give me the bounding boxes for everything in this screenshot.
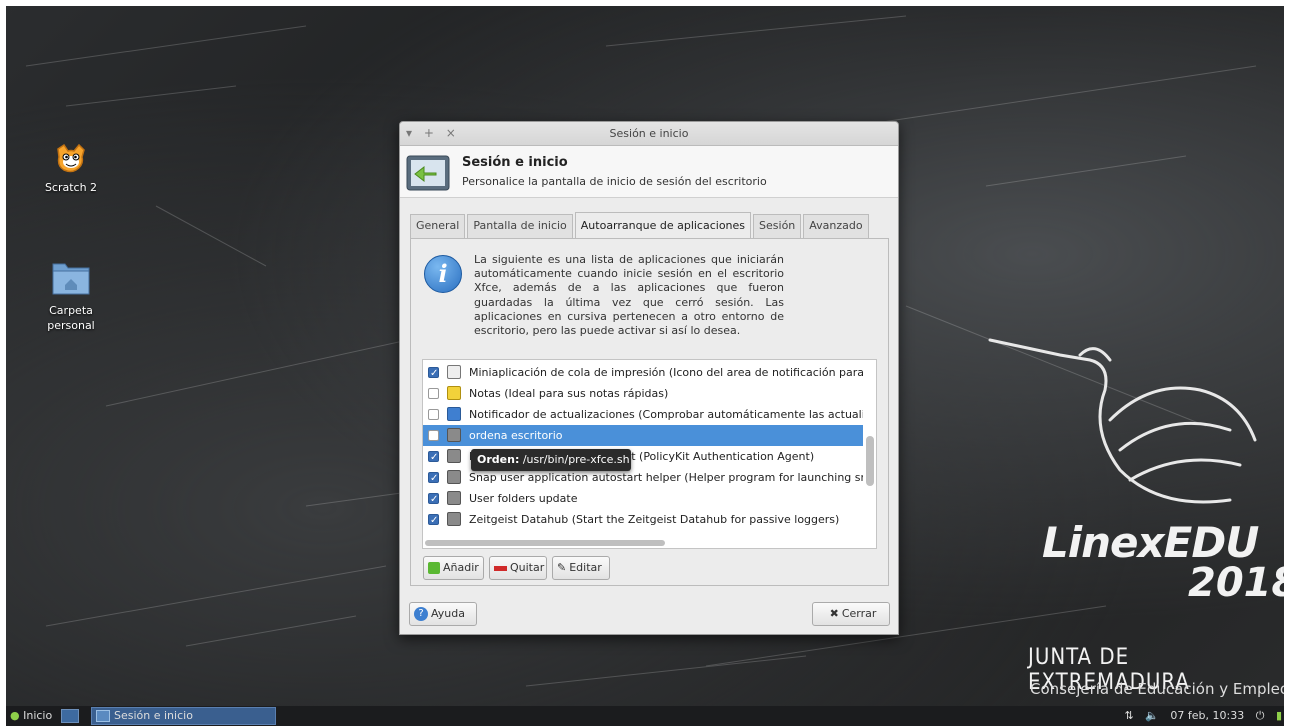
help-button[interactable]: ? Ayuda — [409, 602, 477, 626]
app-icon — [447, 491, 461, 505]
tab-autostart[interactable]: Autoarranque de aplicaciones — [574, 212, 752, 239]
app-icon — [447, 470, 461, 484]
app-icon — [447, 512, 461, 526]
list-item[interactable]: Notas (Ideal para sus notas rápidas) — [423, 383, 863, 404]
checkbox[interactable] — [428, 489, 439, 509]
session-task-icon — [96, 710, 110, 722]
info-icon: i — [424, 255, 462, 293]
close-button[interactable]: ✖ Cerrar — [812, 602, 890, 626]
edit-button[interactable]: ✎ Editar — [552, 556, 610, 580]
titlebar[interactable]: ▾ + × Sesión e inicio — [400, 122, 898, 146]
autostart-panel: i La siguiente es una lista de aplicacio… — [410, 238, 889, 586]
window-title: Sesión e inicio — [609, 127, 689, 140]
list-item-label: Notas (Ideal para sus notas rápidas) — [469, 387, 669, 400]
scratch-cat-icon — [57, 143, 85, 173]
tooltip-value: /usr/bin/pre-xfce.sh — [522, 453, 630, 466]
desktop-icon-home[interactable]: Carpeta personal — [31, 260, 111, 333]
remove-button[interactable]: Quitar — [489, 556, 547, 580]
list-item[interactable]: User folders update — [423, 488, 863, 509]
checkbox[interactable] — [428, 510, 439, 530]
list-item[interactable]: Miniaplicación de cola de impresión (Ico… — [423, 362, 863, 383]
checkbox[interactable] — [428, 447, 439, 467]
checkbox[interactable] — [428, 388, 439, 399]
pencil-icon: ✎ — [557, 561, 567, 574]
close-x-icon: ✖ — [829, 607, 839, 620]
help-icon: ? — [414, 607, 428, 621]
taskbar-task-label: Sesión e inicio — [114, 709, 193, 722]
dialog-header-subtitle: Personalice la pantalla de inicio de ses… — [462, 175, 767, 188]
plus-icon — [428, 562, 440, 574]
list-item-label: Notificador de actualizaciones (Comproba… — [469, 408, 863, 421]
checkbox[interactable] — [428, 409, 439, 420]
system-tray: ⇅ 🔈 07 feb, 10:33 ⏻ ▮ — [1117, 709, 1283, 723]
taskbar: ● Inicio Sesión e inicio ⇅ 🔈 07 feb, 10:… — [0, 706, 1290, 726]
vertical-scrollbar[interactable] — [866, 436, 874, 486]
session-icon — [406, 155, 450, 191]
power-icon[interactable]: ⏻ — [1256, 709, 1265, 722]
desktop-icon-label: Carpeta personal — [47, 304, 95, 332]
help-button-label: Ayuda — [431, 607, 465, 620]
brand-year: 2018 — [1188, 560, 1290, 606]
start-label: Inicio — [23, 709, 53, 722]
list-item-selected[interactable]: ordena escritorio — [423, 425, 863, 446]
volume-icon[interactable]: 🔈 — [1145, 709, 1159, 722]
list-item-label: ordena escritorio — [469, 429, 563, 442]
list-item-label: User folders update — [469, 492, 578, 505]
checkbox[interactable] — [428, 468, 439, 488]
heron-logo — [988, 338, 1257, 504]
brand-subtitle: Consejería de Educación y Empleo — [1030, 680, 1290, 698]
network-icon[interactable]: ⇅ — [1125, 709, 1134, 722]
update-icon — [447, 407, 461, 421]
tooltip-key: Orden: — [477, 453, 520, 466]
edit-button-label: Editar — [569, 561, 602, 574]
command-tooltip: Orden: /usr/bin/pre-xfce.sh — [471, 449, 631, 471]
list-item[interactable]: Zeitgeist Datahub (Start the Zeitgeist D… — [423, 509, 863, 530]
printer-icon — [447, 365, 461, 379]
desktop-icon-label: Scratch 2 — [44, 181, 98, 194]
list-item-label: Zeitgeist Datahub (Start the Zeitgeist D… — [469, 513, 840, 526]
taskbar-task-session[interactable]: Sesión e inicio — [91, 707, 276, 725]
tab-splash[interactable]: Pantalla de inicio — [467, 214, 573, 238]
minus-icon — [494, 565, 507, 571]
tab-general[interactable]: General — [410, 214, 466, 238]
horizontal-scrollbar[interactable] — [425, 540, 665, 546]
show-desktop-button[interactable] — [61, 709, 79, 723]
session-startup-window: ▾ + × Sesión e inicio Sesión e inicio Pe… — [399, 121, 899, 635]
dialog-header: Sesión e inicio Personalice la pantalla … — [400, 146, 898, 198]
close-button-label: Cerrar — [841, 607, 877, 620]
checkbox[interactable] — [428, 430, 439, 441]
home-folder-icon — [52, 263, 90, 295]
dialog-header-title: Sesión e inicio — [462, 155, 568, 170]
app-icon — [447, 449, 461, 463]
tab-session[interactable]: Sesión — [753, 214, 802, 238]
start-menu-button[interactable]: ● Inicio — [10, 709, 52, 722]
clock[interactable]: 07 feb, 10:33 — [1170, 709, 1244, 722]
list-item[interactable]: Notificador de actualizaciones (Comproba… — [423, 404, 863, 425]
list-item-label: Miniaplicación de cola de impresión (Ico… — [469, 366, 863, 379]
desktop-icon-scratch[interactable]: Scratch 2 — [31, 143, 111, 195]
battery-icon: ▮ — [1275, 709, 1282, 722]
tab-bar: General Pantalla de inicio Autoarranque … — [410, 212, 871, 239]
start-icon: ● — [10, 709, 20, 722]
checkbox[interactable] — [428, 363, 439, 383]
info-text: La siguiente es una lista de aplicacione… — [474, 253, 784, 338]
tab-advanced[interactable]: Avanzado — [803, 214, 869, 238]
add-button-label: Añadir — [443, 561, 479, 574]
app-icon — [447, 428, 461, 442]
add-button[interactable]: Añadir — [423, 556, 484, 580]
remove-button-label: Quitar — [510, 561, 545, 574]
notes-icon — [447, 386, 461, 400]
